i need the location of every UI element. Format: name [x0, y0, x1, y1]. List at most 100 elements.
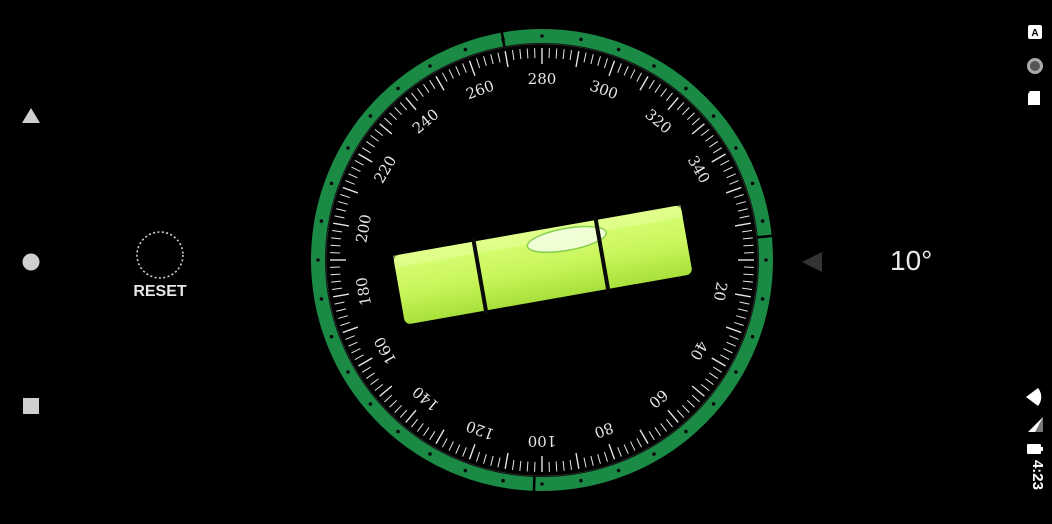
dial-tick: [725, 186, 742, 194]
dial-tick: [709, 372, 719, 379]
reset-button[interactable]: RESET: [128, 230, 192, 301]
dial-tick: [333, 293, 350, 298]
dial-tick: [575, 51, 580, 68]
dial-tick: [720, 354, 730, 360]
dial-tick: [630, 441, 636, 451]
dial-tick: [705, 378, 714, 386]
dial-tick: [483, 454, 487, 464]
dial-tick: [330, 244, 341, 247]
dial-label: 40: [686, 338, 711, 364]
dial-tick: [331, 237, 342, 240]
status-bar: A 4:23: [1018, 0, 1052, 524]
dial-tick: [340, 321, 351, 326]
dial-tick: [345, 335, 355, 340]
dial-tick: [654, 83, 661, 93]
dial-tick: [743, 273, 754, 276]
dial-tick: [365, 372, 375, 379]
dial-tick: [726, 173, 736, 179]
dial-tick: [739, 301, 750, 305]
dial-tick: [733, 321, 744, 326]
ring-dot: [346, 370, 350, 374]
dial-tick: [691, 117, 700, 126]
dial-tick: [681, 107, 690, 116]
dial-tick: [526, 48, 529, 59]
back-button[interactable]: [21, 106, 41, 126]
dial-tick: [331, 280, 342, 283]
dial-tick: [411, 92, 419, 102]
dial-tick: [665, 92, 673, 102]
dial-label: 120: [464, 417, 497, 444]
ring-dot: [319, 219, 324, 223]
pointer-triangle-icon: [802, 252, 822, 272]
dial-tick: [636, 72, 642, 82]
dial-tick: [342, 326, 359, 334]
recents-button[interactable]: [21, 396, 41, 416]
dial-tick: [411, 418, 419, 428]
dial-tick: [394, 107, 403, 116]
angle-readout: 10°: [890, 245, 933, 276]
home-button[interactable]: [21, 252, 41, 272]
dial-tick: [711, 357, 726, 367]
dial-tick: [720, 160, 730, 166]
dial-tick: [603, 451, 608, 462]
dial-tick: [423, 83, 430, 93]
triangle-back-icon: [22, 108, 40, 123]
dial-tick: [676, 102, 685, 111]
dial-tick: [733, 194, 744, 199]
level-dial: 20 40 60 80 100 120 140 160 180 200 220 240 260 280 30…: [311, 29, 773, 492]
dial-tick: [361, 147, 371, 154]
dial-tick: [562, 460, 565, 471]
dial-tick: [700, 383, 710, 391]
dial-tick: [667, 409, 679, 423]
dial-tick: [497, 52, 501, 63]
ring-dot: [428, 64, 432, 68]
dial-tick: [590, 455, 594, 466]
dial-tick: [468, 60, 476, 77]
ring-dot: [750, 334, 755, 339]
dial-label: 100: [528, 432, 557, 450]
dial-tick: [423, 427, 430, 437]
dial-label: 340: [684, 153, 714, 187]
dial-tick: [334, 301, 345, 305]
dial-label: 60: [645, 386, 671, 412]
dial-tick: [686, 112, 695, 121]
dial-tick: [490, 54, 494, 65]
dial-tick: [737, 308, 748, 312]
dial-tick: [519, 49, 522, 60]
dial-tick: [351, 348, 361, 354]
ring-dot: [319, 297, 324, 301]
dial-tick: [416, 423, 424, 432]
dial-tick: [338, 315, 348, 319]
dial-tick: [394, 404, 403, 413]
dial-tick: [623, 444, 629, 454]
dial-label: 200: [352, 213, 375, 244]
dial-tick: [483, 56, 487, 66]
dial-tick: [370, 134, 379, 142]
dial-tick: [639, 429, 649, 444]
dial-tick: [654, 427, 661, 437]
ring-dot: [711, 114, 716, 118]
a-icon: A: [1028, 25, 1042, 39]
dial-tick: [639, 76, 649, 91]
ring-dot: [734, 370, 738, 374]
dial-tick: [665, 418, 673, 428]
ring-dot: [750, 181, 755, 186]
ring-dot: [396, 429, 400, 434]
dial-tick: [705, 134, 714, 142]
dial-tick: [435, 429, 445, 444]
dial-tick: [358, 153, 373, 163]
dial-tick: [512, 459, 515, 471]
dial-tick: [725, 326, 742, 334]
ring-dot: [579, 478, 583, 483]
reset-label: RESET: [133, 283, 187, 300]
dial-tick: [405, 409, 417, 423]
ring-dot: [368, 402, 373, 406]
dial-tick: [729, 335, 739, 340]
dial-tick: [736, 201, 746, 205]
dial-tick: [468, 443, 476, 460]
dial-label: 220: [370, 153, 400, 187]
dial-tick: [448, 441, 454, 451]
dial-tick: [462, 447, 467, 457]
dial-tick: [435, 76, 445, 91]
dial-tick: [555, 48, 558, 59]
